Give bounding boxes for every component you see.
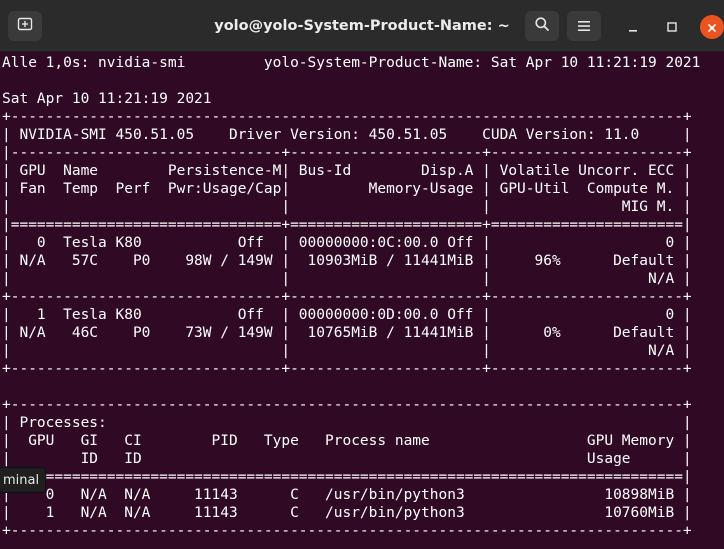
terminal-line: +---------------------------------------… [2,397,692,413]
terminal-output[interactable]: Alle 1,0s: nvidia-smi yolo-System-Produc… [0,54,724,549]
terminal-line: +---------------------------------------… [2,523,692,539]
terminal-line: | 1 Tesla K80 Off | 00000000:0D:00.0 Off… [2,307,692,323]
terminal-line: | | | N/A | [2,343,692,359]
terminal-line: | Fan Temp Perf Pwr:Usage/Cap| Memory-Us… [2,181,692,197]
hamburger-menu-icon [577,17,591,36]
terminal-line: | GPU GI CI PID Type Process name GPU Me… [2,433,692,449]
terminal-line: | | | N/A | [2,271,692,287]
terminal-line: | Processes: | [2,415,692,431]
minimize-icon [627,18,639,37]
terminal-line: | NVIDIA-SMI 450.51.05 Driver Version: 4… [2,127,692,143]
search-button[interactable] [525,11,559,41]
close-icon [707,18,717,37]
close-button[interactable] [700,15,724,39]
terminal-line: +-------------------------------+-------… [2,289,692,305]
terminal-line: | | | MIG M. | [2,199,692,215]
maximize-button[interactable] [660,15,684,39]
terminal-line: | 1 N/A N/A 11143 C /usr/bin/python3 107… [2,505,692,521]
new-tab-icon [17,16,33,36]
terminal-line: +---------------------------------------… [2,109,692,125]
terminal-line: | GPU Name Persistence-M| Bus-Id Disp.A … [2,163,692,179]
menu-button[interactable] [567,11,601,41]
minimize-button[interactable] [621,15,645,39]
terminal-line: | ID ID Usage | [2,451,692,467]
window-title: yolo@yolo-System-Product-Name: ~ [214,18,510,34]
terminal-line: |-------------------------------+-------… [2,145,692,161]
terminal-text: Alle 1,0s: nvidia-smi yolo-System-Produc… [2,54,700,540]
terminal-window: yolo@yolo-System-Product-Name: ~ Alle 1,… [0,0,724,549]
terminal-line: |===============================+=======… [2,217,692,233]
terminal-line: | 0 N/A N/A 11143 C /usr/bin/python3 108… [2,487,692,503]
terminal-line: |=======================================… [2,469,692,485]
terminal-line: +-------------------------------+-------… [2,361,692,377]
terminal-line: | 0 Tesla K80 Off | 00000000:0C:00.0 Off… [2,235,692,251]
new-tab-button[interactable] [8,11,42,41]
terminal-line: Alle 1,0s: nvidia-smi yolo-System-Produc… [2,55,701,71]
terminal-line: | N/A 46C P0 73W / 149W | 10765MiB / 114… [2,325,692,341]
maximize-icon [666,18,678,37]
title-bar[interactable]: yolo@yolo-System-Product-Name: ~ [0,0,724,52]
tooltip: minal [0,467,47,493]
terminal-line: | N/A 57C P0 98W / 149W | 10903MiB / 114… [2,253,692,269]
search-icon [534,16,550,36]
terminal-line: Sat Apr 10 11:21:19 2021 [2,91,212,107]
